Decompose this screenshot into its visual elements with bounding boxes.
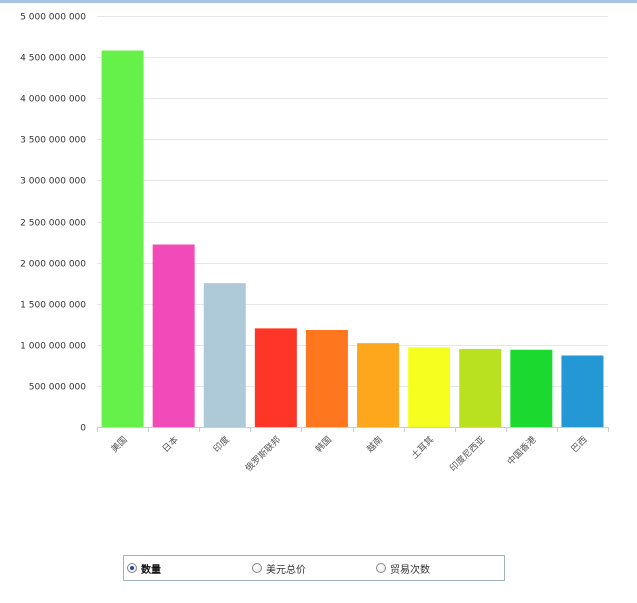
metric-selector: 数量 美元总价 贸易次数 bbox=[123, 555, 505, 581]
radio-checked-icon[interactable] bbox=[127, 563, 137, 573]
bar bbox=[305, 330, 348, 427]
bar bbox=[561, 355, 604, 427]
x-tick-label: 日本 bbox=[160, 434, 181, 455]
x-tick-label: 美国 bbox=[108, 434, 129, 455]
x-tick-label: 越南 bbox=[364, 434, 385, 455]
x-tick-label: 巴西 bbox=[569, 434, 590, 455]
bar-chart: 0 500 000 000 1 000 000 000 1 500 000 000 2 … bbox=[20, 13, 609, 474]
bar bbox=[152, 244, 195, 427]
x-tick-label: 中国香港 bbox=[505, 434, 539, 468]
x-tick-label: 俄罗斯联邦 bbox=[243, 434, 283, 474]
x-tick-label: 韩国 bbox=[313, 434, 334, 455]
bar bbox=[203, 283, 246, 427]
metric-option-label: 数量 bbox=[141, 564, 161, 576]
bar bbox=[459, 348, 502, 427]
y-tick-label: 5 000 000 000 bbox=[20, 13, 86, 23]
metric-option-label: 美元总价 bbox=[266, 564, 306, 576]
y-tick-label: 1 500 000 000 bbox=[20, 301, 86, 311]
y-tick-label: 2 000 000 000 bbox=[20, 260, 86, 270]
y-tick-label: 1 000 000 000 bbox=[20, 342, 86, 352]
metric-option-trade-count[interactable]: 贸易次数 bbox=[376, 560, 430, 576]
bar bbox=[408, 347, 451, 427]
bar bbox=[510, 349, 553, 427]
x-tick-label: 印度尼西亚 bbox=[447, 434, 487, 474]
bar bbox=[357, 343, 400, 427]
x-tick-label: 印度 bbox=[211, 434, 232, 455]
metric-option-quantity[interactable]: 数量 bbox=[127, 560, 161, 576]
y-tick-label: 3 000 000 000 bbox=[20, 177, 86, 187]
y-tick-label: 4 500 000 000 bbox=[20, 54, 86, 64]
y-tick-label: 500 000 000 bbox=[29, 383, 87, 393]
metric-option-label: 贸易次数 bbox=[390, 564, 430, 576]
y-tick-label: 2 500 000 000 bbox=[20, 219, 86, 229]
y-tick-label: 3 500 000 000 bbox=[20, 136, 86, 146]
metric-option-usd-total[interactable]: 美元总价 bbox=[252, 560, 306, 576]
radio-unchecked-icon[interactable] bbox=[252, 563, 262, 573]
y-tick-label: 0 bbox=[80, 424, 86, 434]
bar bbox=[101, 50, 144, 428]
y-tick-label: 4 000 000 000 bbox=[20, 95, 86, 105]
x-tick-label: 土耳其 bbox=[409, 434, 437, 462]
bar bbox=[254, 328, 297, 427]
radio-unchecked-icon[interactable] bbox=[376, 563, 386, 573]
